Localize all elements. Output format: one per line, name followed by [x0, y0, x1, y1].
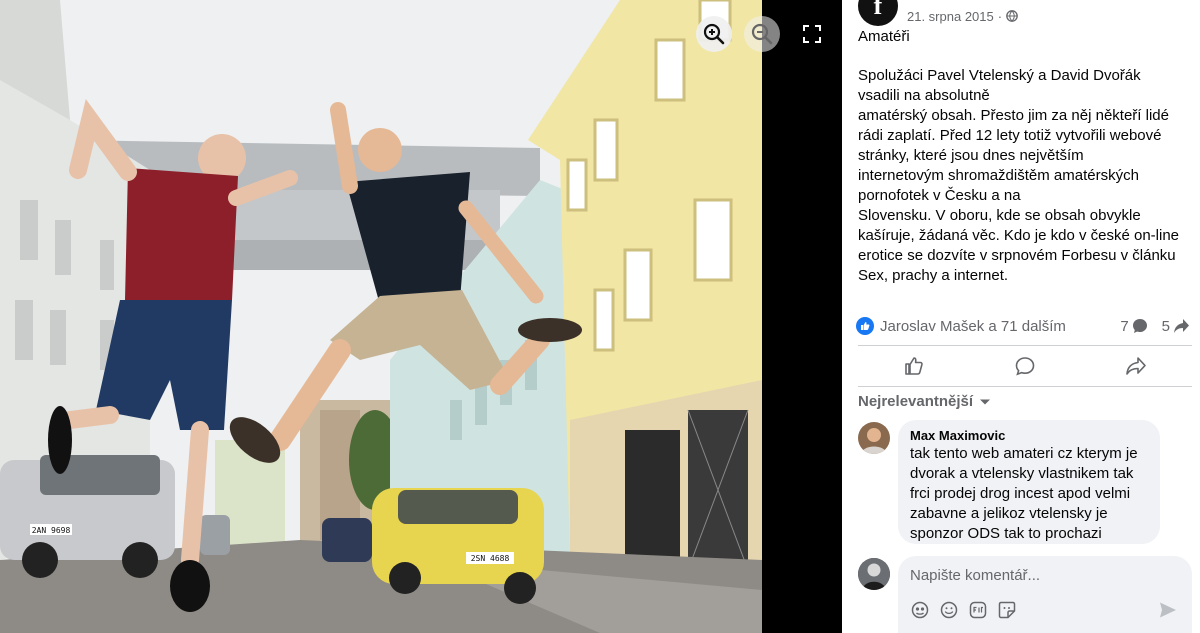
comment-text-line: sponzor ODS tak to prochazi [910, 525, 1102, 542]
zoom-in-icon [703, 23, 725, 45]
post-date[interactable]: 21. srpna 2015 [907, 9, 994, 24]
meta-separator: · [997, 8, 1003, 24]
post-body-line: vsadili na absolutně [858, 87, 990, 104]
post-body-line: erotice se dozvíte v srpnovém Forbesu v … [858, 247, 1176, 264]
comment-count-icon [1132, 319, 1147, 333]
commenter-avatar[interactable] [858, 422, 890, 454]
current-user-avatar[interactable] [858, 558, 890, 590]
post-title: Amatéři [858, 28, 910, 45]
post-panel: f 21. srpna 2015 · Amatéři Spolužáci Pav… [842, 0, 1200, 633]
comment-icon [1015, 357, 1035, 376]
like-badge-icon [856, 317, 874, 335]
gif-button[interactable] [968, 600, 987, 619]
avatar-sticker-icon [911, 601, 928, 618]
share-button[interactable] [1081, 348, 1192, 384]
like-icon [904, 357, 923, 375]
composer-tools [910, 600, 1016, 619]
post-body-line: stránky, které jsou dnes největším [858, 147, 1084, 164]
comment-sort-label: Nejrelevantnější [858, 393, 974, 410]
comment-text-line: zabavne a jelikoz vtelensky je [910, 505, 1108, 522]
photo-illustration: 2AN 9698 2SN 4688 [0, 0, 762, 633]
globe-icon [1006, 10, 1018, 22]
reactions-summary[interactable]: Jaroslav Mašek a 71 dalším [880, 318, 1066, 335]
emoji-icon [940, 601, 957, 618]
caret-down-icon [980, 399, 991, 404]
zoom-out-icon [751, 23, 773, 45]
post-body-line: pornofotek v Česku a na [858, 187, 1021, 204]
comment-bubble: Max Maximovic tak tento web amateri cz k… [898, 420, 1160, 544]
comment-author[interactable]: Max Maximovic [910, 428, 1148, 444]
fullscreen-icon [803, 25, 821, 43]
emoji-button[interactable] [939, 600, 958, 619]
sticker-icon [998, 601, 1015, 618]
sticker-button[interactable] [997, 600, 1016, 619]
zoom-in-button[interactable] [696, 16, 732, 52]
comment-text-line: dvorak a vtelensky vlastnikem tak [910, 465, 1134, 482]
comment-input[interactable] [910, 564, 1180, 586]
share-count-icon [1174, 319, 1189, 333]
shares-count-value: 5 [1161, 317, 1170, 335]
comment-text-line: tak tento web amateri cz kterym je [910, 445, 1138, 462]
post-body-line: amatérský obsah. Přesto jim za něj někte… [858, 107, 1169, 124]
zoom-out-button[interactable] [744, 16, 780, 52]
page-avatar[interactable]: f [858, 0, 898, 26]
divider [858, 386, 1192, 387]
gif-icon [969, 601, 986, 618]
post-body-line: Sex, prachy a internet. [858, 267, 1009, 284]
front-car-plate: 2AN 9698 [32, 526, 71, 535]
post-body-line: rádi zaplatí. Před 12 lety totiž vytvoři… [858, 127, 1162, 144]
yellow-car-plate: 2SN 4688 [471, 554, 510, 563]
post-body-line: Slovensku. V oboru, kde se obsah obvykle [858, 207, 1141, 224]
comment-box [898, 556, 1192, 633]
post-meta: 21. srpna 2015 · [907, 0, 1018, 24]
comments-count[interactable]: 7 [1120, 318, 1147, 335]
comment-sort-dropdown[interactable]: Nejrelevantnější [858, 393, 991, 410]
post-body-line: internetovým shromaždištěm amatérských [858, 167, 1139, 184]
shares-count[interactable]: 5 [1162, 318, 1190, 335]
comment-text-line: frci prodej drog incest apod velmi [910, 485, 1131, 502]
post-photo[interactable]: 2AN 9698 2SN 4688 [0, 0, 762, 633]
send-button[interactable] [1158, 600, 1178, 620]
post-body-line: Spolužáci Pavel Vtelenský a David Dvořák [858, 67, 1141, 84]
comment-composer [858, 556, 1192, 633]
comment-text: tak tento web amateri cz kterym je dvora… [910, 444, 1148, 544]
action-bar [858, 348, 1192, 384]
share-icon [1126, 357, 1147, 375]
page-logo-letter: f [873, 0, 883, 20]
divider [858, 345, 1192, 346]
avatar-sticker-button[interactable] [910, 600, 929, 619]
like-button[interactable] [858, 348, 969, 384]
post-body: Spolužáci Pavel Vtelenský a David Dvořák… [858, 66, 1192, 286]
post-header: f 21. srpna 2015 · [858, 0, 1018, 26]
photo-viewer: 2AN 9698 2SN 4688 [0, 0, 842, 633]
comments-count-value: 7 [1120, 317, 1129, 335]
reactions-row: Jaroslav Mašek a 71 dalším 7 5 [856, 316, 1190, 336]
post-body-line: kašíruje, žádaná věc. Kdo je kdo v české… [858, 227, 1180, 244]
comment-button[interactable] [969, 348, 1080, 384]
send-icon [1160, 602, 1176, 618]
fullscreen-button[interactable] [794, 16, 830, 52]
